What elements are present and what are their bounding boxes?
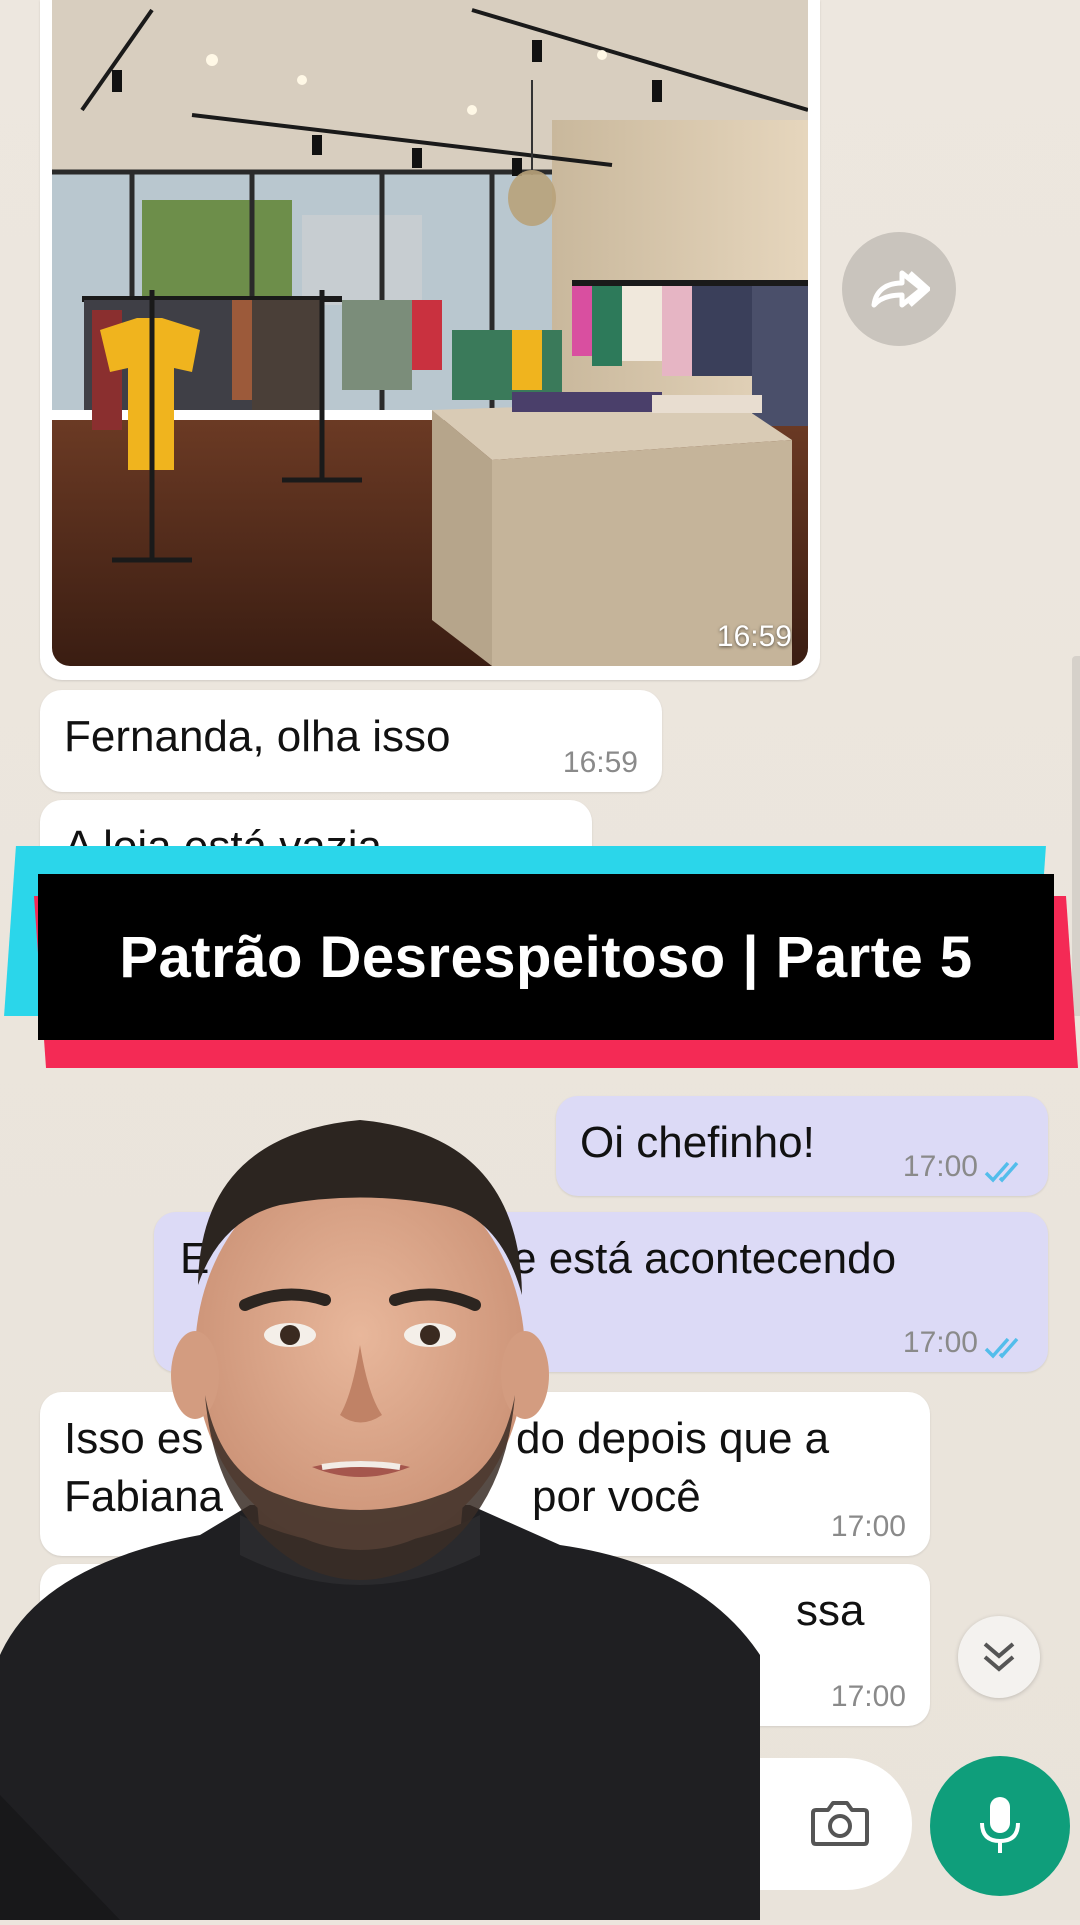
message-incoming[interactable]: Fernanda, olha isso 16:59: [40, 690, 662, 792]
clothing-store-photo[interactable]: [52, 0, 808, 666]
voice-message-button[interactable]: [930, 1756, 1070, 1896]
double-check-icon: [984, 1337, 1019, 1359]
mic-icon: [980, 1797, 1020, 1853]
image-message-time: 16:59: [716, 620, 792, 653]
title-banner: Patrão Desrespeitoso | Parte 5: [4, 846, 1079, 1068]
chevron-double-down-icon: [983, 1642, 1015, 1672]
message-time: 17:00: [902, 1150, 978, 1183]
presenter-video-overlay: [0, 1095, 770, 1920]
message-text-right: ssa: [796, 1586, 865, 1635]
double-check-icon: [984, 1161, 1019, 1183]
image-message-bubble[interactable]: 16:59: [40, 0, 820, 680]
message-time: 16:59: [562, 746, 638, 779]
camera-button[interactable]: [800, 1788, 880, 1858]
scroll-edge: [1072, 656, 1080, 1016]
video-title: Patrão Desrespeitoso | Parte 5: [119, 924, 973, 990]
scroll-to-bottom-button[interactable]: [958, 1616, 1040, 1698]
message-time: 17:00: [902, 1326, 978, 1359]
forward-icon: [871, 270, 930, 308]
banner-black-layer: Patrão Desrespeitoso | Parte 5: [38, 874, 1054, 1040]
message-text: Fernanda, olha isso: [64, 712, 451, 761]
forward-button[interactable]: [842, 232, 956, 346]
camera-icon: [811, 1801, 869, 1846]
message-time: 17:00: [830, 1510, 906, 1543]
message-time: 17:00: [830, 1680, 906, 1713]
